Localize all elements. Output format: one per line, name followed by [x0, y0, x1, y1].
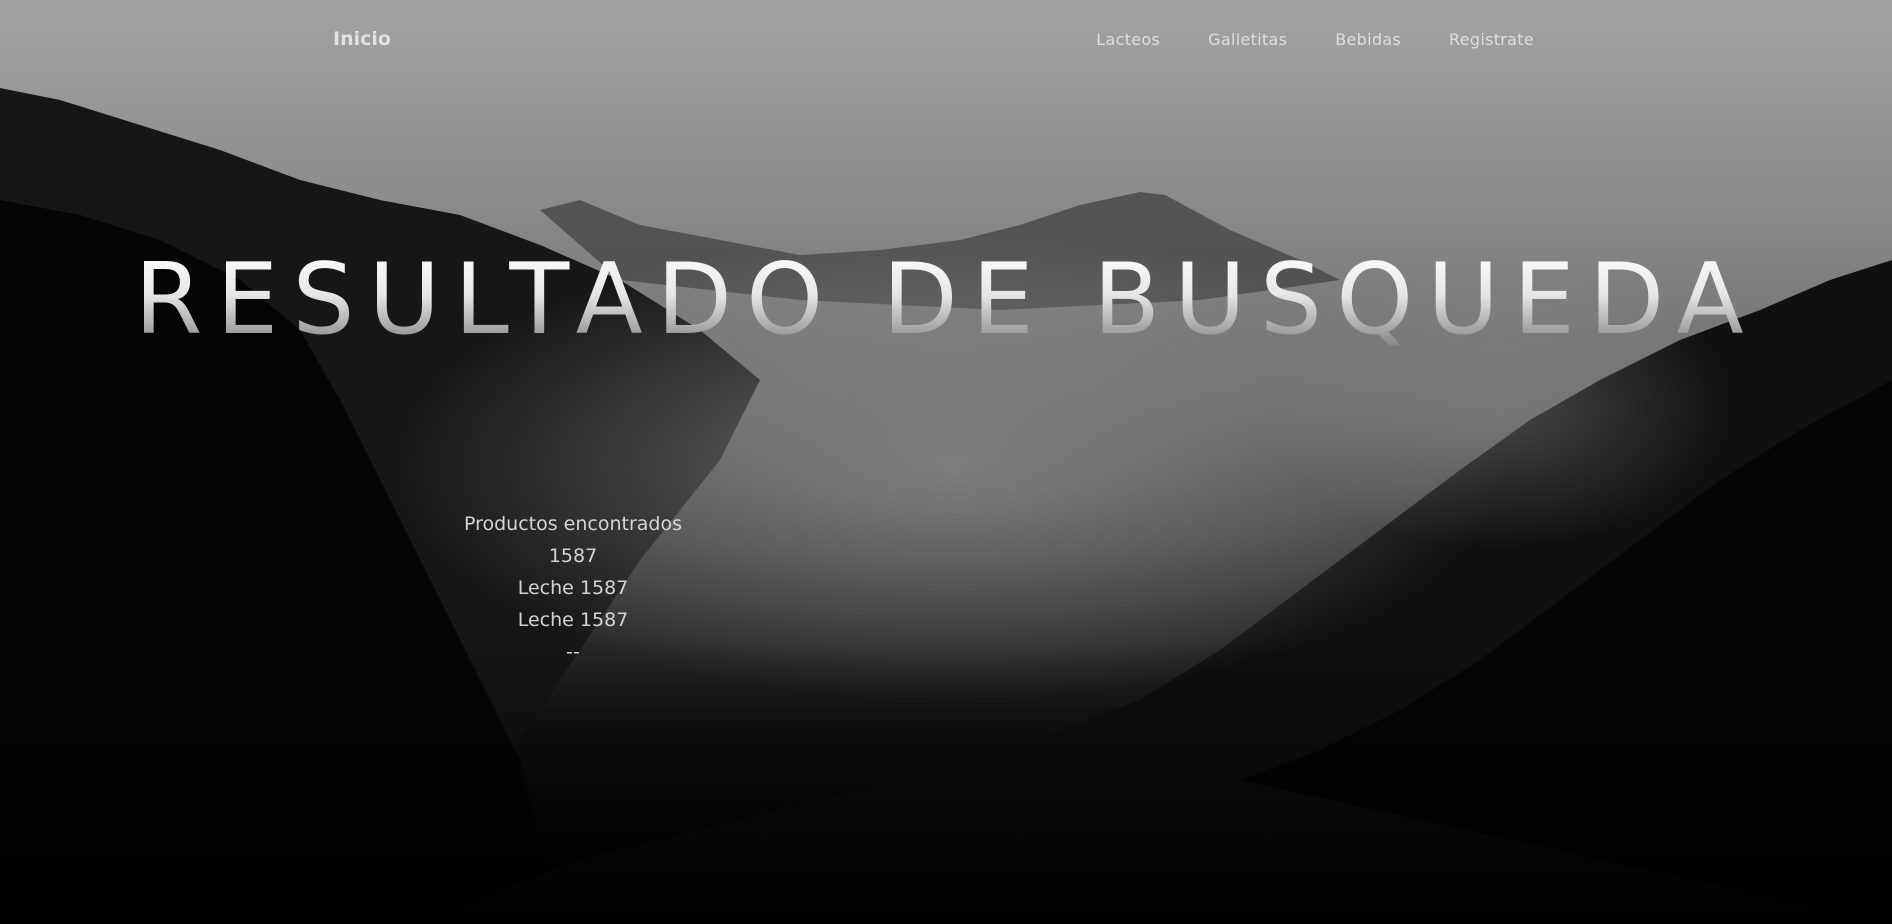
results-heading: Productos encontrados — [463, 513, 683, 535]
search-results: Productos encontrados 1587 Leche 1587 Le… — [440, 508, 706, 668]
navbar: Inicio Lacteos Galletitas Bebidas Regist… — [0, 0, 1892, 80]
nav-brand-inicio[interactable]: Inicio — [333, 28, 391, 50]
nav-link-lacteos[interactable]: Lacteos — [1096, 30, 1160, 49]
page: Inicio Lacteos Galletitas Bebidas Regist… — [0, 0, 1892, 924]
nav-link-bebidas[interactable]: Bebidas — [1335, 30, 1401, 49]
page-title: RESULTADO DE BUSQUEDA — [0, 248, 1892, 352]
result-item: 1587 — [548, 545, 598, 567]
nav-link-galletitas[interactable]: Galletitas — [1208, 30, 1287, 49]
background-mountain-image — [0, 88, 1892, 924]
result-item: -- — [566, 641, 580, 663]
nav-links: Lacteos Galletitas Bebidas Registrate — [1096, 30, 1534, 49]
result-item: Leche 1587 — [517, 609, 629, 631]
nav-link-registrate[interactable]: Registrate — [1449, 30, 1534, 49]
result-item: Leche 1587 — [517, 577, 629, 599]
